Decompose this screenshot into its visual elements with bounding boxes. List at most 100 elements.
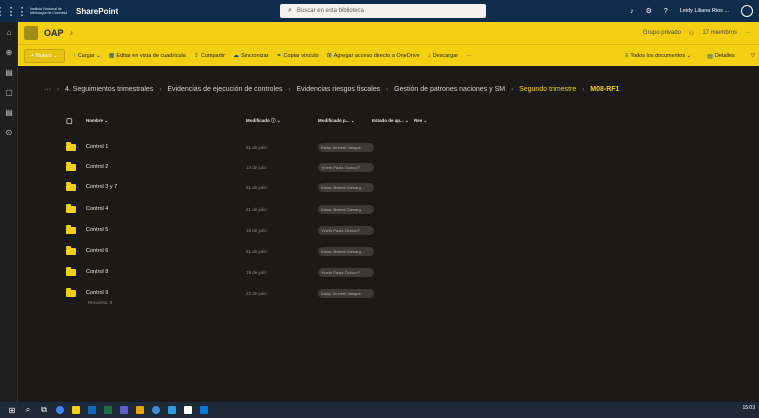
row-modified: 21 de julio — [246, 184, 267, 190]
row-modified-by[interactable]: Daisy Jenneth Vasque — [318, 288, 374, 298]
task-view-icon[interactable]: ⧉ — [36, 402, 52, 418]
column-modified[interactable]: Modificado ⓘ ⌄ — [246, 118, 318, 124]
app-launcher-icon[interactable]: ⋮⋮⋮ — [0, 0, 28, 22]
column-rev[interactable]: Rev ⌄ — [414, 118, 444, 124]
search-placeholder: Buscar en esta biblioteca — [296, 8, 364, 14]
download-icon: ↓ — [427, 52, 431, 59]
row-modified-by[interactable]: Diana Jimena Camarg — [318, 204, 374, 214]
members-count[interactable]: 17 miembros — [702, 30, 737, 36]
site-title[interactable]: OAP — [44, 28, 64, 38]
taskbar-search-icon[interactable]: ⌕ — [20, 402, 36, 418]
row-modified-by[interactable]: Yineth Paola Ochoa F — [318, 267, 374, 277]
file-type-icon[interactable]: ▢ — [66, 117, 86, 125]
search-box[interactable]: ⌕ Buscar en esta biblioteca — [280, 4, 486, 18]
file-icon[interactable]: ▢ — [0, 82, 18, 102]
more-icon[interactable]: ··· — [745, 30, 751, 36]
sharepoint-brand[interactable]: SharePoint — [76, 7, 118, 16]
shortcut-button[interactable]: ⊞ Agregar acceso directo a OneDrive — [327, 52, 420, 60]
app-icon[interactable] — [196, 402, 212, 418]
column-name[interactable]: Nombre ⌄ — [86, 118, 246, 124]
row-name[interactable]: Control 1 — [86, 144, 246, 150]
lists-icon[interactable]: ▤ — [0, 102, 18, 122]
news-icon[interactable]: ▤ — [0, 62, 18, 82]
copy-link-label: Copiar vínculo — [283, 52, 319, 59]
share-button[interactable]: ⇪ Compartir — [193, 52, 225, 60]
row-modified-by[interactable]: Yineth Paola Ochoa F — [318, 162, 374, 172]
app-icon[interactable] — [180, 402, 196, 418]
download-label: Descargar — [432, 52, 459, 59]
row-name[interactable]: Control 5 — [86, 227, 246, 233]
view-icon: ≡ — [624, 53, 629, 59]
row-modified-by[interactable]: Diana Jimena Camarg — [318, 246, 374, 256]
excel-icon[interactable] — [100, 402, 116, 418]
more-commands-button[interactable]: ··· — [466, 53, 472, 59]
share-icon: ⇪ — [193, 53, 199, 59]
row-name[interactable]: Control 9 — [86, 290, 246, 296]
settings-gear-icon[interactable]: ⚙ — [646, 7, 652, 15]
row-modified-by[interactable]: Diana Jimena Camarg — [318, 182, 374, 192]
row-modified: 18 de julio — [246, 227, 267, 233]
teams-icon[interactable] — [116, 402, 132, 418]
grid-edit-button[interactable]: ▦ Editar en vista de cuadrícula — [109, 52, 186, 60]
globe-icon[interactable]: ⊕ — [0, 42, 18, 62]
notifications-icon[interactable]: ♪ — [630, 8, 634, 15]
chevron-right-icon: › — [386, 86, 389, 93]
create-icon[interactable]: ⊙ — [0, 122, 18, 142]
upload-button[interactable]: ↑ Cargar ⌄ — [73, 53, 101, 59]
download-button[interactable]: ↓ Descargar — [428, 53, 458, 59]
user-name[interactable]: Leidy Liliana Rios ... — [680, 8, 729, 14]
breadcrumb-item[interactable]: Evidencias de ejecución de controles — [167, 86, 282, 93]
row-modified-by[interactable]: Daisy Jenneth Vasque — [318, 142, 374, 152]
row-name[interactable]: Control 6 — [86, 248, 246, 254]
avatar[interactable] — [741, 5, 753, 17]
breadcrumb-item[interactable]: Segundo trimestre — [519, 86, 576, 93]
breadcrumb-current: M08-RF1 — [590, 86, 620, 93]
taskbar: ⊞ ⌕ ⧉ 15:03 — [0, 402, 759, 418]
sync-button[interactable]: ☁ Sincronizar — [233, 52, 269, 60]
column-modified-by[interactable]: Modificado p... ⌄ — [318, 118, 372, 124]
follow-icon[interactable]: ♪ — [70, 30, 74, 37]
outlook-icon[interactable] — [84, 402, 100, 418]
row-modified: 21 de julio — [246, 248, 267, 254]
breadcrumb-overflow[interactable]: ··· — [44, 86, 51, 93]
breadcrumb-item[interactable]: Gestión de patrones naciones y SM — [394, 86, 505, 93]
breadcrumb-item[interactable]: 4. Seguimientos trimestrales — [65, 86, 153, 93]
home-icon[interactable]: ⌂ — [0, 22, 18, 42]
copy-link-button[interactable]: ⚭ Copiar vínculo — [276, 52, 319, 60]
share-label: Compartir — [200, 52, 225, 59]
help-icon[interactable]: ? — [664, 8, 668, 15]
org-logo-text[interactable]: Instituto Nacional de Metrología de Colo… — [30, 7, 70, 15]
row-modified: 18 de julio — [246, 164, 267, 170]
chrome-icon[interactable] — [52, 402, 68, 418]
details-button[interactable]: ▤ Detalles — [707, 53, 735, 60]
view-selector[interactable]: ≡ Todos los documentos ⌄ — [625, 53, 691, 59]
row-name[interactable]: Control 8 — [86, 269, 246, 275]
filter-icon[interactable]: ▽ — [751, 53, 755, 59]
view-label: Todos los documentos ⌄ — [630, 53, 692, 59]
folder-icon — [66, 181, 86, 191]
row-name[interactable]: Control 3 y 7 — [86, 184, 246, 190]
app-icon[interactable] — [164, 402, 180, 418]
row-name[interactable]: Control 2 — [86, 164, 246, 170]
chevron-right-icon: › — [159, 86, 162, 93]
breadcrumb-item[interactable]: Evidencias riesgos fiscales — [297, 86, 381, 93]
search-icon: ⌕ — [288, 7, 292, 14]
row-modified-by[interactable]: Yineth Paola Ochoa F — [318, 225, 374, 235]
sync-icon: ☁ — [233, 53, 239, 59]
clock[interactable]: 15:03 — [742, 405, 755, 411]
app-icon[interactable] — [148, 402, 164, 418]
table-row[interactable]: Control 9 22 de julio Daisy Jenneth Vasq… — [66, 280, 466, 306]
link-icon: ⚭ — [276, 53, 282, 59]
table-header: ▢ Nombre ⌄ Modificado ⓘ ⌄ Modificado p..… — [66, 114, 486, 128]
chevron-right-icon: › — [511, 86, 514, 93]
site-logo[interactable] — [24, 26, 38, 40]
row-name[interactable]: Control 4 — [86, 206, 246, 212]
windows-start-icon[interactable]: ⊞ — [4, 402, 20, 418]
members-icon[interactable]: ⚇ — [689, 30, 694, 37]
column-state[interactable]: Estado de ap... ⌄ — [372, 118, 414, 124]
suite-bar: ⋮⋮⋮ Instituto Nacional de Metrología de … — [0, 0, 759, 22]
explorer-icon[interactable] — [68, 402, 84, 418]
row-modified: 21 de julio — [246, 144, 267, 150]
new-button[interactable]: + Nuevo ⌄ — [24, 48, 65, 63]
app-icon[interactable] — [132, 402, 148, 418]
